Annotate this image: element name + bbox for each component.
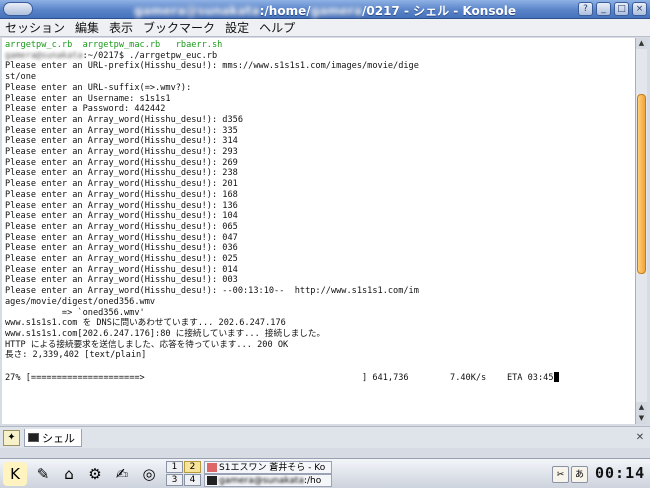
terminal-output[interactable]: arrgetpw_c.rb arrgetpw_mac.rb rbaerr.sh g… <box>2 38 635 424</box>
desktop-4[interactable]: 4 <box>184 474 201 486</box>
terminal-line: Please enter an Array_word(Hisshu_desu!)… <box>5 125 238 136</box>
task-button-konsole[interactable]: gamera@sunakata:/ho <box>204 474 332 487</box>
terminal-line: Please enter an Array_word(Hisshu_desu!)… <box>5 264 238 275</box>
desktop-1[interactable]: 1 <box>166 461 183 473</box>
session-tab-bar: ✦ シェル ✕ <box>0 426 650 448</box>
terminal-line: Please enter an Array_word(Hisshu_desu!)… <box>5 147 238 158</box>
terminal-line: => `oned356.wmv' <box>5 307 145 318</box>
clipboard-icon[interactable]: ✂ <box>552 465 569 483</box>
menu-edit[interactable]: 編集 <box>75 19 99 36</box>
home-icon[interactable]: ⌂ <box>57 462 81 486</box>
terminal-line: Please enter an Array_word(Hisshu_desu!)… <box>5 114 243 125</box>
desktop-pager: 1 2 3 4 <box>166 461 202 487</box>
terminal-line: 長さ: 2,339,402 [text/plain] <box>5 350 147 361</box>
terminal-line: st/one <box>5 72 37 83</box>
terminal-line: Please enter an Array_word(Hisshu_desu!)… <box>5 221 238 232</box>
lifebuoy-icon[interactable]: ◎ <box>137 462 161 486</box>
network-icon[interactable]: ⚙ <box>83 462 107 486</box>
desktop-2[interactable]: 2 <box>184 461 201 473</box>
progress-line: 27% [=====================> ] 641,736 7.… <box>5 371 635 384</box>
scroll-down-icon[interactable]: ▼ <box>636 413 647 424</box>
menu-view[interactable]: 表示 <box>109 19 133 36</box>
terminal-line: www.s1s1s1.com を DNSに問いあわせています... 202.6.… <box>5 318 286 329</box>
minimize-icon[interactable]: _ <box>596 2 611 16</box>
terminal-line: Please enter an Array_word(Hisshu_desu!)… <box>5 254 238 265</box>
terminal-scrollbar[interactable]: ▲ ▲ ▼ <box>635 38 647 424</box>
window-titlebar[interactable]: gamera@sunakata:/home/gamera/0217 - シェル … <box>0 0 650 19</box>
terminal-line: HTTP による接続要求を送信しました、応答を待っています... 200 OK <box>5 339 289 350</box>
prompt-line: gamera@sunakata:~/0217$ ./arrgetpw_euc.r… <box>5 50 218 61</box>
desktop-icon[interactable]: ✎ <box>31 462 55 486</box>
browser-icon <box>207 463 217 472</box>
close-icon[interactable]: × <box>632 2 647 16</box>
terminal-line: Please enter an Username: s1s1s1 <box>5 93 171 104</box>
help-icon[interactable]: ? <box>578 2 593 16</box>
kde-taskbar: K ✎ ⌂ ⚙ ✍ ◎ 1 2 3 4 S1エスワン 蒼井そら - Ko gam… <box>0 458 650 488</box>
close-session-icon[interactable]: ✕ <box>633 431 647 445</box>
scroll-up-icon[interactable]: ▲ <box>636 38 647 49</box>
terminal-icon <box>28 433 39 442</box>
scrollbar-thumb[interactable] <box>637 94 646 274</box>
office-icon[interactable]: ✍ <box>110 462 134 486</box>
terminal-line: Please enter an Array_word(Hisshu_desu!)… <box>5 189 238 200</box>
menu-bar: セッション 編集 表示 ブックマーク 設定 ヘルプ <box>0 19 650 37</box>
menu-help[interactable]: ヘルプ <box>259 19 295 36</box>
terminal-lines: Please enter an URL-prefix(Hisshu_desu!)… <box>5 61 635 361</box>
maximize-icon[interactable]: □ <box>614 2 629 16</box>
terminal-line: Please enter an Array_word(Hisshu_desu!)… <box>5 200 238 211</box>
terminal-line: Please enter an Array_word(Hisshu_desu!)… <box>5 211 238 222</box>
terminal-line: www.s1s1s1.com[202.6.247.176]:80 に接続していま… <box>5 328 326 339</box>
task-button-browser[interactable]: S1エスワン 蒼井そら - Ko <box>204 461 332 474</box>
tab-shell-label: シェル <box>42 431 75 445</box>
new-session-button[interactable]: ✦ <box>3 430 20 446</box>
terminal-line: ages/movie/digest/oned356.wmv <box>5 296 156 307</box>
terminal-line: Please enter an Array_word(Hisshu_desu!)… <box>5 136 238 147</box>
keyboard-icon[interactable]: あ <box>571 465 588 483</box>
menu-settings[interactable]: 設定 <box>225 19 249 36</box>
scroll-up-bottom-icon[interactable]: ▲ <box>636 402 647 413</box>
clock[interactable]: 00:14 <box>595 464 645 482</box>
menu-bookmarks[interactable]: ブックマーク <box>143 19 215 36</box>
terminal-line: Please enter an Array_word(Hisshu_desu!)… <box>5 275 238 286</box>
file-list-line: arrgetpw_c.rb arrgetpw_mac.rb rbaerr.sh <box>5 40 223 50</box>
window-title: gamera@sunakata:/home/gamera/0217 - シェル … <box>134 4 516 18</box>
terminal-line: Please enter a Password: 442442 <box>5 104 166 115</box>
desktop-3[interactable]: 3 <box>166 474 183 486</box>
terminal-line: Please enter an Array_word(Hisshu_desu!)… <box>5 168 238 179</box>
terminal-line: Please enter an URL-suffix(=>.wmv?): <box>5 82 192 93</box>
system-tray: ✂ あ <box>552 462 590 486</box>
konsole-icon <box>207 476 217 485</box>
tab-shell[interactable]: シェル <box>24 429 82 447</box>
menu-session[interactable]: セッション <box>5 19 65 36</box>
terminal-line: Please enter an Array_word(Hisshu_desu!)… <box>5 157 238 168</box>
terminal-cursor <box>553 371 559 382</box>
terminal-line: Please enter an Array_word(Hisshu_desu!)… <box>5 286 419 297</box>
k-menu-icon[interactable]: K <box>3 462 27 486</box>
terminal-line: Please enter an Array_word(Hisshu_desu!)… <box>5 243 238 254</box>
terminal-line: Please enter an Array_word(Hisshu_desu!)… <box>5 179 238 190</box>
terminal-line: Please enter an URL-prefix(Hisshu_desu!)… <box>5 61 419 72</box>
terminal-line: Please enter an Array_word(Hisshu_desu!)… <box>5 232 238 243</box>
